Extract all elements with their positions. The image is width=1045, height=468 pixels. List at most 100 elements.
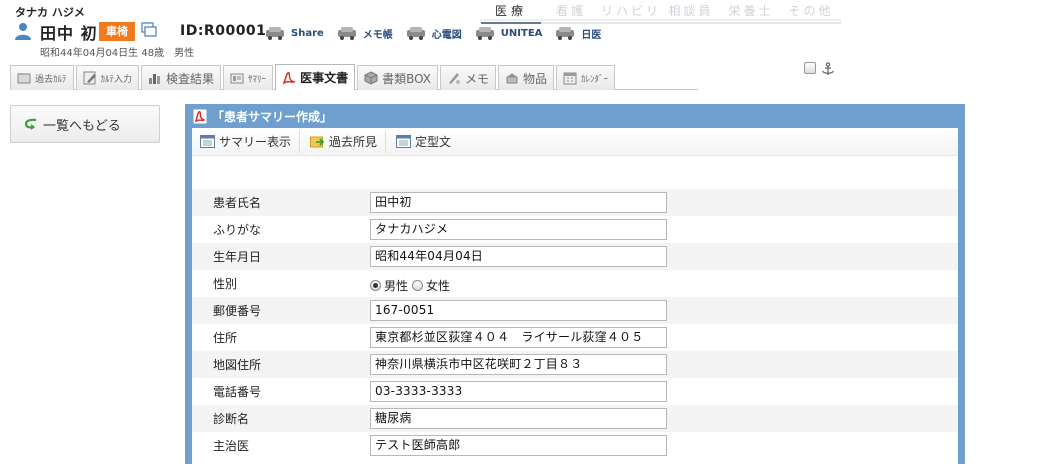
category-tab-rehab[interactable]: リハビリ bbox=[601, 2, 661, 24]
form-row-diagnosis: 診断名 糖尿病 bbox=[192, 405, 958, 432]
link-unitea[interactable]: UNITEA bbox=[475, 24, 543, 42]
sex-male-label: 男性 bbox=[384, 279, 409, 293]
link-share[interactable]: Share bbox=[265, 24, 324, 42]
link-share-label: Share bbox=[291, 27, 324, 39]
patient-kana: タナカ ハジメ bbox=[15, 6, 85, 19]
form-row-doctor: 主治医 テスト医師高郎 bbox=[192, 432, 958, 459]
link-unitea-label: UNITEA bbox=[500, 27, 543, 39]
form-row-sex: 性別 男性 女性 bbox=[192, 270, 958, 297]
form-row-zip: 郵便番号 167-0051 bbox=[192, 297, 958, 324]
box-icon bbox=[364, 71, 378, 85]
form-row-phone: 電話番号 03-3333-3333 bbox=[192, 378, 958, 405]
tab-chart-input[interactable]: ｶﾙﾃ入力 bbox=[75, 65, 140, 90]
past-findings-label: 過去所見 bbox=[329, 135, 378, 149]
car-icon bbox=[266, 27, 284, 40]
back-to-list-button[interactable]: 一覧へもどる bbox=[10, 105, 160, 143]
address-label: 住所 bbox=[213, 331, 238, 345]
summary-panel: 「患者サマリー作成」 サマリー表示 過去所見 定型文 患者氏名 田中初 ふりがな… bbox=[185, 104, 965, 468]
link-memo[interactable]: メモ帳 bbox=[337, 24, 393, 42]
category-tab-nursing[interactable]: 看護 bbox=[541, 2, 601, 24]
past-findings-button[interactable]: 過去所見 bbox=[308, 130, 387, 153]
birthdate-field[interactable]: 昭和44年04月04日 bbox=[370, 246, 667, 267]
tab-calendar[interactable]: ｶﾚﾝﾀﾞｰ bbox=[556, 65, 616, 90]
patient-id: ID:R00001 bbox=[180, 23, 267, 39]
anchor-icon[interactable] bbox=[821, 62, 835, 76]
name-field[interactable]: 田中初 bbox=[370, 192, 667, 213]
template-text-button[interactable]: 定型文 bbox=[394, 131, 459, 153]
diagnosis-label: 診断名 bbox=[213, 412, 250, 426]
tab-past-chart-label: 過去ｶﾙﾃ bbox=[35, 74, 67, 85]
tab-doc-box-label: 書類BOX bbox=[382, 71, 431, 86]
car-icon bbox=[406, 27, 425, 40]
person-icon bbox=[15, 23, 31, 40]
sex-female-radio[interactable] bbox=[412, 280, 424, 291]
sex-radio-group: 男性 女性 bbox=[370, 277, 454, 294]
pencil-icon bbox=[83, 71, 96, 85]
map-address-field[interactable]: 神奈川県横浜市中区花咲町２丁目８３ bbox=[370, 354, 667, 375]
doctor-field[interactable]: テスト医師高郎 bbox=[370, 435, 667, 456]
tab-goods[interactable]: 物品 bbox=[498, 65, 555, 90]
tab-memo-label: メモ bbox=[465, 71, 490, 86]
tab-summary[interactable]: ｻﾏﾘｰ bbox=[223, 65, 274, 90]
list-window-icon bbox=[200, 135, 215, 148]
sex-male-option[interactable]: 男性 bbox=[370, 277, 408, 294]
summary-icon bbox=[230, 73, 244, 84]
tab-test-results[interactable]: 検査結果 bbox=[141, 65, 222, 90]
tab-calendar-label: ｶﾚﾝﾀﾞｰ bbox=[581, 74, 609, 85]
bar-chart-icon bbox=[149, 74, 161, 84]
back-to-list-label: 一覧へもどる bbox=[43, 118, 121, 134]
quick-links: Share メモ帳 心電図 UNITEA 日医 bbox=[265, 24, 614, 42]
link-nichii-label: 日医 bbox=[581, 29, 602, 41]
tab-medical-docs[interactable]: 医事文書 bbox=[275, 64, 356, 90]
list-window-icon bbox=[396, 135, 412, 148]
tab-test-results-label: 検査結果 bbox=[166, 71, 215, 86]
panel-title-text: 「患者サマリー作成」 bbox=[212, 110, 333, 124]
patient-summary-form: 患者氏名 田中初 ふりがな タナカハジメ 生年月日 昭和44年04月04日 性別… bbox=[192, 189, 958, 459]
category-tab-other[interactable]: その他 bbox=[781, 2, 841, 24]
goods-icon bbox=[506, 73, 518, 84]
tab-medical-docs-label: 医事文書 bbox=[300, 71, 349, 85]
panel-body: サマリー表示 過去所見 定型文 患者氏名 田中初 ふりがな タナカハジメ 生年月… bbox=[192, 128, 958, 468]
link-nichii[interactable]: 日医 bbox=[555, 24, 601, 42]
kana-label: ふりがな bbox=[213, 223, 262, 237]
calendar-icon bbox=[563, 72, 577, 85]
panel-title: 「患者サマリー作成」 bbox=[193, 108, 332, 125]
option-checkbox[interactable] bbox=[804, 62, 816, 74]
link-ecg-label: 心電図 bbox=[431, 29, 462, 41]
zip-label: 郵便番号 bbox=[213, 304, 262, 318]
doctor-label: 主治医 bbox=[213, 439, 250, 453]
sex-female-option[interactable]: 女性 bbox=[412, 277, 450, 294]
sex-female-label: 女性 bbox=[426, 279, 451, 293]
form-row-birth: 生年月日 昭和44年04月04日 bbox=[192, 243, 958, 270]
phone-field[interactable]: 03-3333-3333 bbox=[370, 381, 667, 402]
tab-chart-input-label: ｶﾙﾃ入力 bbox=[100, 74, 133, 85]
category-tab-medical[interactable]: 医療 bbox=[481, 2, 541, 24]
link-memo-label: メモ帳 bbox=[362, 29, 393, 41]
folder-arrow-icon bbox=[310, 136, 325, 148]
tab-goods-label: 物品 bbox=[523, 71, 548, 86]
category-tab-counselor[interactable]: 相談員 bbox=[661, 2, 721, 24]
tab-doc-box[interactable]: 書類BOX bbox=[357, 65, 438, 90]
sex-male-radio[interactable] bbox=[370, 280, 381, 291]
patient-header: タナカ ハジメ 田中 初 車椅 昭和44年04月04日生 48歳 男性 ID:R… bbox=[0, 0, 1045, 64]
category-tab-nutrition[interactable]: 栄養士 bbox=[721, 2, 781, 24]
kana-field[interactable]: タナカハジメ bbox=[370, 219, 667, 240]
pdf-icon bbox=[193, 109, 207, 124]
form-row-address: 住所 東京都杉並区荻窪４０４ ライサール荻窪４０５ bbox=[192, 324, 958, 351]
link-ecg[interactable]: 心電図 bbox=[406, 24, 462, 42]
birthdate-label: 生年月日 bbox=[213, 250, 262, 264]
tab-past-chart[interactable]: 過去ｶﾙﾃ bbox=[10, 65, 74, 90]
panel-toolbar: サマリー表示 過去所見 定型文 bbox=[192, 128, 958, 156]
car-icon bbox=[556, 27, 575, 40]
form-row-name: 患者氏名 田中初 bbox=[192, 189, 958, 216]
car-icon bbox=[337, 27, 356, 40]
windows-icon[interactable] bbox=[141, 22, 157, 38]
diagnosis-field[interactable]: 糖尿病 bbox=[370, 408, 667, 429]
sex-label: 性別 bbox=[213, 277, 238, 291]
show-summary-button[interactable]: サマリー表示 bbox=[198, 130, 301, 153]
address-field[interactable]: 東京都杉並区荻窪４０４ ライサール荻窪４０５ bbox=[370, 327, 667, 348]
tab-memo[interactable]: メモ bbox=[440, 65, 497, 90]
zip-field[interactable]: 167-0051 bbox=[370, 300, 667, 321]
tab-summary-label: ｻﾏﾘｰ bbox=[248, 74, 267, 85]
show-summary-label: サマリー表示 bbox=[219, 135, 292, 149]
